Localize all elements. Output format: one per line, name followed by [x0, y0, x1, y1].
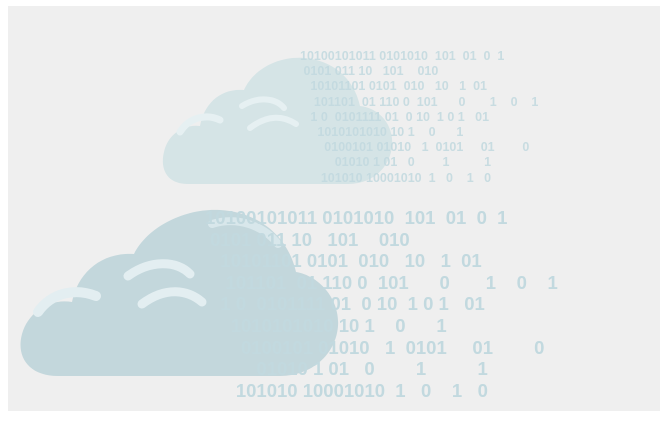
binary-line: 101101 01 110 0 101 0 1 0 1 — [300, 94, 539, 109]
binary-line: 101101 01 110 0 101 0 1 0 1 — [205, 271, 558, 293]
binary-line: 0100101 01010 1 0101 01 0 — [205, 336, 545, 358]
binary-line: 0101 011 10 101 010 — [205, 228, 410, 250]
binary-line: 10100101011 0101010 101 01 0 1 — [300, 49, 505, 63]
binary-line: 10101101 0101 010 10 1 01 — [300, 79, 487, 94]
binary-line: 01010 1 01 0 1 1 — [300, 155, 492, 170]
binary-line: 1 0 0101111 01 0 10 1 0 1 01 — [300, 109, 490, 124]
binary-stream-small: 10100101011 0101010 101 01 0 1 0101 011 … — [300, 49, 538, 186]
binary-line: 101010 10001010 1 0 1 0 — [205, 379, 488, 401]
binary-line: 10100101011 0101010 101 01 0 1 — [205, 207, 508, 228]
binary-line: 0101 011 10 101 010 — [300, 64, 439, 79]
binary-line: 101010 10001010 1 0 1 0 — [300, 170, 492, 185]
binary-line: 1010101010 10 1 0 1 — [300, 125, 464, 140]
binary-line: 10101101 0101 010 10 1 01 — [205, 250, 482, 272]
illustration-panel: 10100101011 0101010 101 01 0 1 0101 011 … — [8, 6, 660, 411]
binary-stream-large: 10100101011 0101010 101 01 0 1 0101 011 … — [205, 207, 558, 401]
binary-line: 0100101 01010 1 0101 01 0 — [300, 140, 530, 155]
binary-line: 1010101010 10 1 0 1 — [205, 314, 447, 336]
binary-line: 01010 1 01 0 1 1 — [205, 358, 488, 380]
binary-line: 1 0 0101111 01 0 10 1 0 1 01 — [205, 293, 485, 315]
